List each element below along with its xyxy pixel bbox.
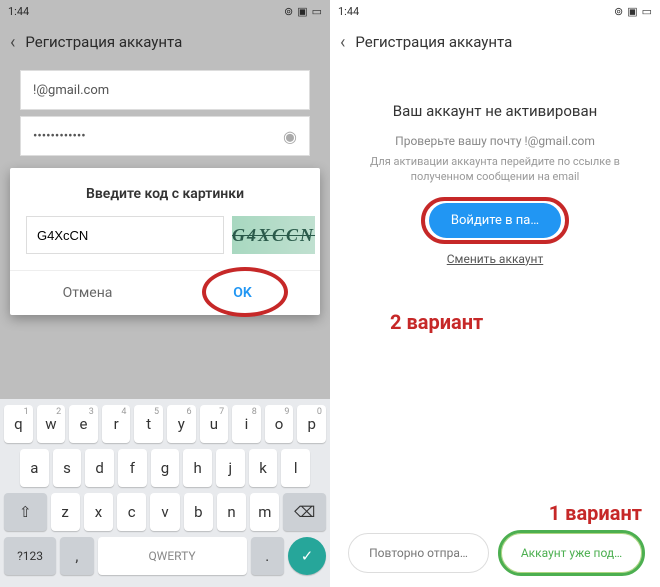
keyboard: q1w2e3r4t5y6u7i8o9p0 asdfghjkl ⇧ zxcvbnm… xyxy=(0,399,330,587)
activation-description: Для активации аккаунта перейдите по ссыл… xyxy=(360,154,630,185)
space-key[interactable]: QWERTY xyxy=(98,537,247,575)
comma-key[interactable]: , xyxy=(60,537,94,575)
account-confirmed-button[interactable]: Аккаунт уже под… xyxy=(501,533,642,573)
change-account-link[interactable]: Сменить аккаунт xyxy=(447,252,544,266)
key-l[interactable]: l xyxy=(281,449,310,487)
captcha-input[interactable] xyxy=(26,216,224,254)
status-bar: 1:44 ⊚ ▣ ▭ xyxy=(330,0,660,22)
ok-button[interactable]: OK xyxy=(165,271,320,315)
check-email-text: Проверьте вашу почту !@gmail.com xyxy=(360,134,630,148)
page-title: Регистрация аккаунта xyxy=(25,33,182,51)
annotation-variant1: 1 вариант xyxy=(549,501,642,525)
key-o[interactable]: o9 xyxy=(265,405,294,443)
password-field[interactable]: •••••••••••• ◉ xyxy=(20,116,310,156)
key-c[interactable]: c xyxy=(117,493,146,531)
status-time: 1:44 xyxy=(338,5,359,18)
key-s[interactable]: s xyxy=(53,449,82,487)
symbols-key[interactable]: ?123 xyxy=(4,537,56,575)
shift-key[interactable]: ⇧ xyxy=(4,493,47,531)
key-q[interactable]: q1 xyxy=(4,405,33,443)
key-g[interactable]: g xyxy=(151,449,180,487)
resend-button[interactable]: Повторно отпра… xyxy=(348,533,489,573)
status-icons: ⊚ ▣ ▭ xyxy=(284,5,322,18)
wifi-icon: ⊚ xyxy=(284,5,293,18)
key-a[interactable]: a xyxy=(20,449,49,487)
back-icon[interactable]: ‹ xyxy=(10,32,15,53)
status-icons: ⊚ ▣ ▭ xyxy=(614,5,652,18)
login-button[interactable]: Войдите в па… xyxy=(429,203,561,238)
header: ‹ Регистрация аккаунта xyxy=(330,22,660,62)
status-time: 1:44 xyxy=(8,5,29,18)
phone-left-captcha: 1:44 ⊚ ▣ ▭ ‹ Регистрация аккаунта !@gmai… xyxy=(0,0,330,587)
key-u[interactable]: u7 xyxy=(200,405,229,443)
page-title: Регистрация аккаунта xyxy=(355,33,512,51)
status-bar: 1:44 ⊚ ▣ ▭ xyxy=(0,0,330,22)
key-v[interactable]: v xyxy=(150,493,179,531)
signal-icon: ▣ xyxy=(627,5,637,18)
enter-key[interactable]: ✓ xyxy=(288,537,326,575)
key-r[interactable]: r4 xyxy=(102,405,131,443)
modal-title: Введите код с картинки xyxy=(10,168,320,216)
battery-icon: ▭ xyxy=(312,5,322,18)
key-f[interactable]: f xyxy=(118,449,147,487)
key-h[interactable]: h xyxy=(183,449,212,487)
email-field[interactable]: !@gmail.com xyxy=(20,70,310,110)
captcha-modal: Введите код с картинки G4XCCN Отмена OK xyxy=(10,168,320,315)
captcha-image[interactable]: G4XCCN xyxy=(232,216,315,254)
wifi-icon: ⊚ xyxy=(614,5,623,18)
activation-title: Ваш аккаунт не активирован xyxy=(360,102,630,120)
key-t[interactable]: t5 xyxy=(134,405,163,443)
key-j[interactable]: j xyxy=(216,449,245,487)
header: ‹ Регистрация аккаунта xyxy=(0,22,330,62)
cancel-button[interactable]: Отмена xyxy=(10,271,165,315)
period-key[interactable]: . xyxy=(251,537,285,575)
key-i[interactable]: i8 xyxy=(232,405,261,443)
signal-icon: ▣ xyxy=(297,5,307,18)
key-e[interactable]: e3 xyxy=(69,405,98,443)
key-p[interactable]: p0 xyxy=(297,405,326,443)
key-w[interactable]: w2 xyxy=(37,405,66,443)
annotation-variant2: 2 вариант xyxy=(390,310,483,334)
key-n[interactable]: n xyxy=(217,493,246,531)
key-b[interactable]: b xyxy=(184,493,213,531)
key-x[interactable]: x xyxy=(84,493,113,531)
key-d[interactable]: d xyxy=(85,449,114,487)
key-y[interactable]: y6 xyxy=(167,405,196,443)
key-m[interactable]: m xyxy=(250,493,279,531)
back-icon[interactable]: ‹ xyxy=(340,32,345,53)
backspace-key[interactable]: ⌫ xyxy=(283,493,326,531)
phone-right-activation: 1:44 ⊚ ▣ ▭ ‹ Регистрация аккаунта Ваш ак… xyxy=(330,0,660,587)
eye-icon[interactable]: ◉ xyxy=(283,127,297,146)
key-z[interactable]: z xyxy=(51,493,80,531)
battery-icon: ▭ xyxy=(642,5,652,18)
key-k[interactable]: k xyxy=(249,449,278,487)
